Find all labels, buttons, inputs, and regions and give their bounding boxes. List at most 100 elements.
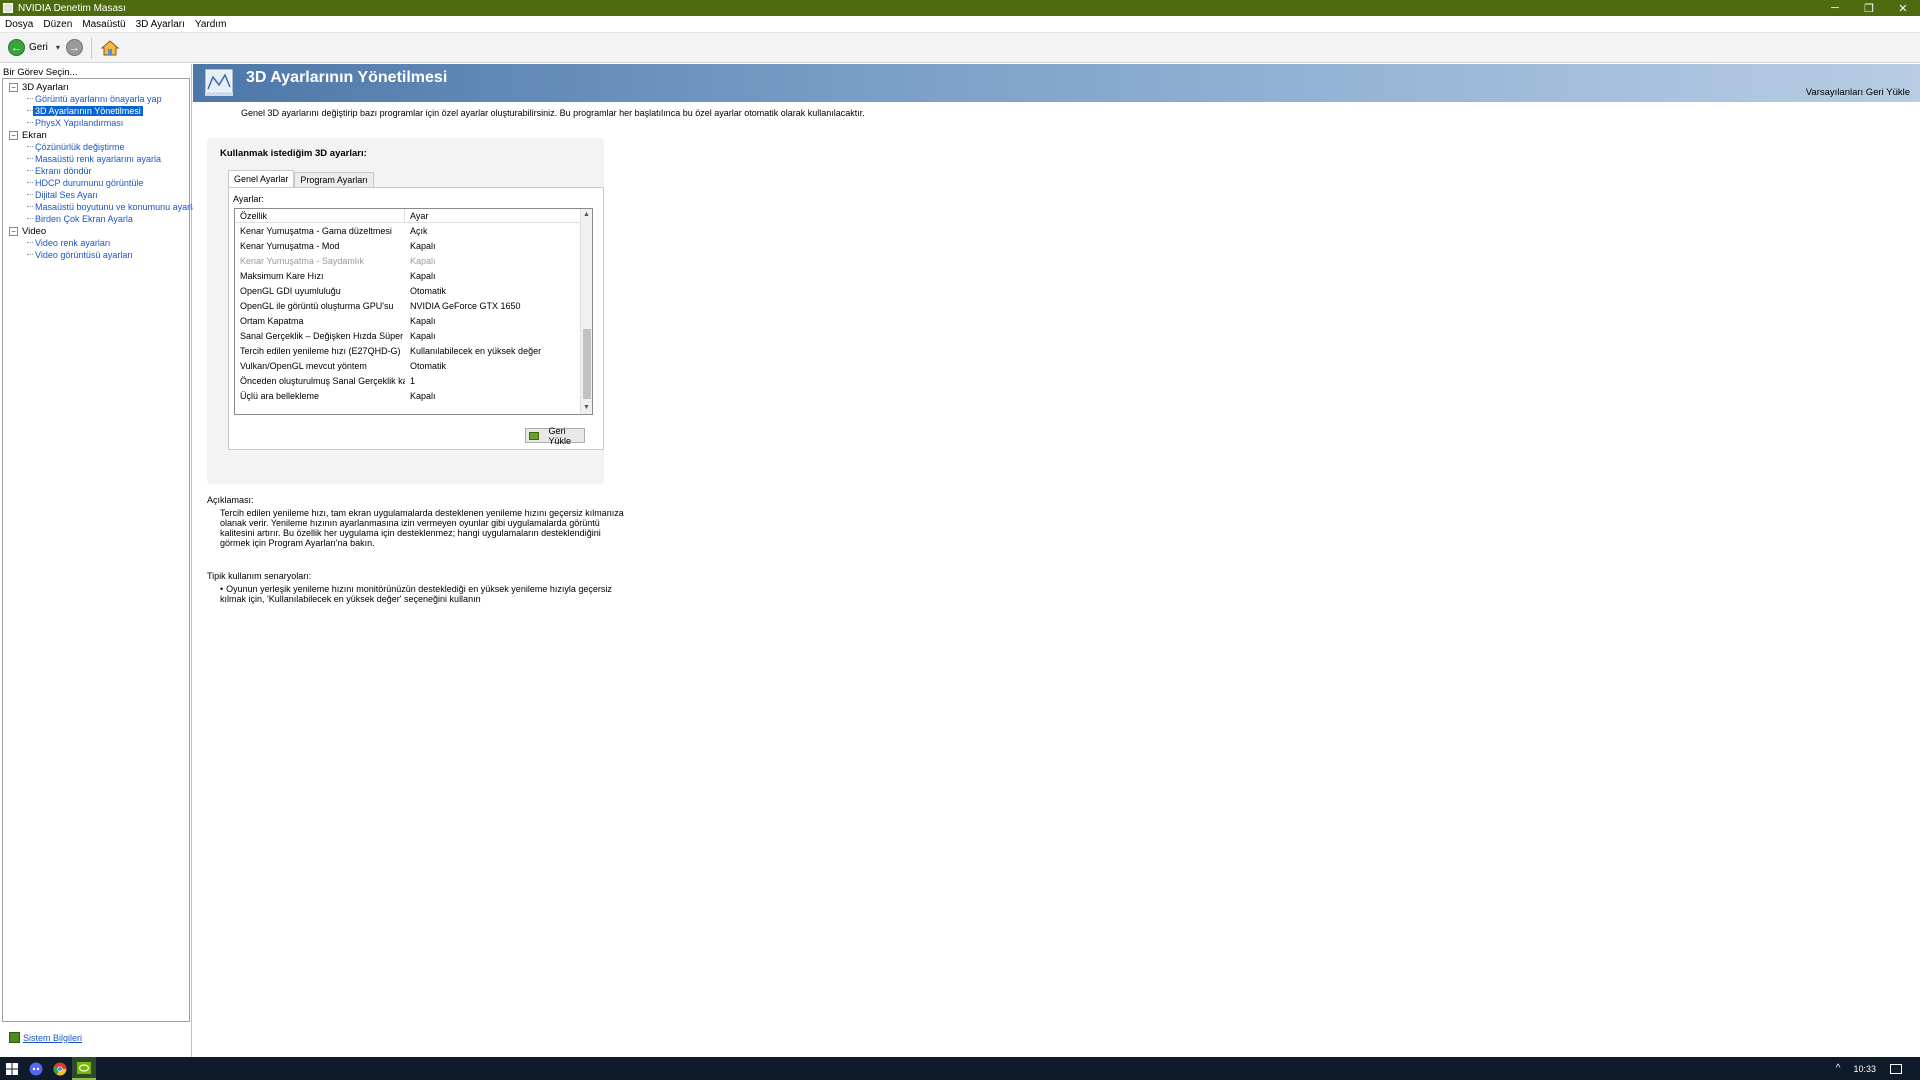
system-tray: ^ 10:33: [1836, 1057, 1920, 1080]
tree-item-desktop-color[interactable]: Masaüstü renk ayarlarını ayarla: [9, 153, 197, 165]
row-value[interactable]: 1: [405, 376, 415, 386]
column-header-value[interactable]: Ayar: [405, 209, 428, 222]
tab-global-settings[interactable]: Genel Ayarlar: [228, 170, 295, 187]
start-icon[interactable]: [0, 1057, 24, 1080]
menu-duzen[interactable]: Düzen: [38, 19, 77, 30]
minimize-button[interactable]: ─: [1818, 0, 1852, 16]
list-row[interactable]: Tercih edilen yenileme hızı (E27QHD-G) Ku…: [235, 343, 592, 358]
notification-icon[interactable]: [1890, 1063, 1902, 1074]
tree-category-ekran[interactable]: − Ekran: [9, 129, 197, 141]
list-row[interactable]: Sanal Gerçeklik – Değişken Hızda Süper Ö…: [235, 328, 592, 343]
tree-item-video-color[interactable]: Video renk ayarları: [9, 237, 197, 249]
tab-program-settings[interactable]: Program Ayarları: [294, 172, 374, 187]
menu-dosya[interactable]: Dosya: [0, 19, 38, 30]
row-value[interactable]: Otomatik: [405, 361, 446, 371]
tree-item-label[interactable]: 3D Ayarlarının Yönetilmesi: [33, 106, 143, 116]
forward-arrow-icon[interactable]: →: [65, 39, 83, 56]
history-dropdown-icon[interactable]: ▾: [56, 43, 60, 52]
page-header: 3D Ayarlarının Yönetilmesi Varsayılanlar…: [193, 64, 1920, 102]
tree-item-label[interactable]: HDCP durumunu görüntüle: [35, 178, 143, 188]
tree-item-label[interactable]: Ekranı döndür: [35, 166, 92, 176]
tree-item-rotate[interactable]: Ekranı döndür: [9, 165, 197, 177]
chevron-up-icon[interactable]: ^: [1836, 1063, 1841, 1074]
tree-item-label[interactable]: PhysX Yapılandırması: [35, 118, 123, 128]
discord-icon[interactable]: [24, 1057, 48, 1080]
row-value[interactable]: Açık: [405, 226, 428, 236]
system-info-link[interactable]: Sistem Bilgileri: [23, 1033, 82, 1043]
restore-button[interactable]: Geri Yükle: [525, 426, 585, 446]
collapse-icon[interactable]: −: [9, 82, 18, 92]
menu-yardim[interactable]: Yardım: [190, 19, 232, 30]
row-value[interactable]: Kapalı: [405, 271, 436, 281]
settings-tabs: Genel Ayarlar Program Ayarları: [228, 170, 374, 187]
tree-item-label[interactable]: Video renk ayarları: [35, 238, 110, 248]
row-value[interactable]: Kullanılabilecek en yüksek değer: [405, 346, 541, 356]
scroll-up-icon[interactable]: ▲: [581, 209, 592, 221]
collapse-icon[interactable]: −: [9, 226, 18, 236]
tree-item-physx[interactable]: PhysX Yapılandırması: [9, 117, 197, 129]
tree-item-multi-display[interactable]: Birden Çok Ekran Ayarla: [9, 213, 197, 225]
column-header-property[interactable]: Özellik: [235, 209, 405, 222]
scroll-thumb[interactable]: [583, 329, 591, 399]
menu-3d-ayarlari[interactable]: 3D Ayarları: [131, 19, 190, 30]
chrome-icon[interactable]: [48, 1057, 72, 1080]
settings-group: Kullanmak istediğim 3D ayarları: Genel A…: [207, 138, 604, 484]
tree-category-label[interactable]: 3D Ayarları: [22, 82, 69, 93]
tree-item-resolution[interactable]: Çözünürlük değiştirme: [9, 141, 197, 153]
tree-item-label[interactable]: Görüntü ayarlarını önayarla yap: [35, 94, 162, 104]
tree-item-label[interactable]: Çözünürlük değiştirme: [35, 142, 125, 152]
row-value[interactable]: Kapalı: [405, 241, 436, 251]
tree-item-desktop-size[interactable]: Masaüstü boyutunu ve konumunu ayarla: [9, 201, 197, 213]
row-value[interactable]: Kapalı: [405, 391, 436, 401]
close-button[interactable]: ✕: [1886, 0, 1920, 16]
description-section: Açıklaması: Tercih edilen yenileme hızı,…: [207, 495, 630, 548]
tree-item-video-image[interactable]: Video görüntüsü ayarları: [9, 249, 197, 261]
tree-category-3d[interactable]: − 3D Ayarları: [9, 81, 197, 93]
nvidia-taskbar-icon[interactable]: [72, 1057, 96, 1080]
list-row[interactable]: Önceden oluşturulmuş Sanal Gerçeklik kar…: [235, 373, 592, 388]
list-row[interactable]: Ortam Kapatma Kapalı: [235, 313, 592, 328]
row-value[interactable]: Otomatik: [405, 286, 446, 296]
list-header: Özellik Ayar: [235, 209, 592, 223]
row-property: Vulkan/OpenGL mevcut yöntem: [240, 360, 367, 371]
tree-category-video[interactable]: − Video: [9, 225, 197, 237]
restore-button[interactable]: ❐: [1852, 0, 1886, 16]
tree-item-preview[interactable]: Görüntü ayarlarını önayarla yap: [9, 93, 197, 105]
usage-section: Tipik kullanım senaryoları: • Oyunun yerl…: [207, 571, 620, 604]
home-icon[interactable]: [100, 38, 120, 58]
system-info-icon: [9, 1032, 20, 1043]
row-value[interactable]: Kapalı: [405, 316, 436, 326]
task-panel: Bir Görev Seçin... − 3D Ayarları Görüntü…: [0, 64, 197, 1057]
tree-item-label[interactable]: Masaüstü boyutunu ve konumunu ayarla: [35, 202, 197, 212]
tree-item-label[interactable]: Birden Çok Ekran Ayarla: [35, 214, 133, 224]
tree-item-digital-audio[interactable]: Dijital Ses Ayarı: [9, 189, 197, 201]
collapse-icon[interactable]: −: [9, 130, 18, 140]
list-row[interactable]: OpenGL ile görüntü oluşturma GPU'su NVIDI…: [235, 298, 592, 313]
tree-item-manage-3d[interactable]: 3D Ayarlarının Yönetilmesi: [9, 105, 197, 117]
row-property: OpenGL GDI uyumluluğu: [240, 285, 341, 296]
list-row[interactable]: Vulkan/OpenGL mevcut yöntem Otomatik: [235, 358, 592, 373]
tree-item-hdcp[interactable]: HDCP durumunu görüntüle: [9, 177, 197, 189]
list-row[interactable]: Maksimum Kare Hızı Kapalı: [235, 268, 592, 283]
clock[interactable]: 10:33: [1853, 1064, 1876, 1074]
main-content: 3D Ayarlarının Yönetilmesi Varsayılanlar…: [193, 64, 1920, 1057]
back-button-label[interactable]: Geri: [29, 42, 48, 53]
settings-list[interactable]: Özellik Ayar Kenar Yumuşatma - Gama düze…: [234, 208, 593, 415]
restore-defaults-link[interactable]: Varsayılanları Geri Yükle: [1806, 87, 1910, 98]
list-scrollbar[interactable]: ▲ ▼: [580, 209, 592, 414]
tree-item-label[interactable]: Dijital Ses Ayarı: [35, 190, 98, 200]
list-row[interactable]: Kenar Yumuşatma - Gama düzeltmesi Açık: [235, 223, 592, 238]
tree-category-label[interactable]: Video: [22, 226, 46, 237]
tree-item-label[interactable]: Video görüntüsü ayarları: [35, 250, 133, 260]
menu-masaustu[interactable]: Masaüstü: [77, 19, 130, 30]
row-value[interactable]: Kapalı: [405, 331, 436, 341]
tree-category-label[interactable]: Ekran: [22, 130, 47, 141]
list-row[interactable]: Kenar Yumuşatma - Mod Kapalı: [235, 238, 592, 253]
row-value[interactable]: NVIDIA GeForce GTX 1650: [405, 301, 521, 311]
restore-button-label[interactable]: Geri Yükle: [548, 426, 584, 446]
list-row[interactable]: Üçlü ara bellekleme Kapalı: [235, 388, 592, 403]
list-row[interactable]: OpenGL GDI uyumluluğu Otomatik: [235, 283, 592, 298]
tree-item-label[interactable]: Masaüstü renk ayarlarını ayarla: [35, 154, 161, 164]
scroll-down-icon[interactable]: ▼: [581, 402, 592, 414]
back-arrow-icon[interactable]: ←: [8, 39, 25, 56]
